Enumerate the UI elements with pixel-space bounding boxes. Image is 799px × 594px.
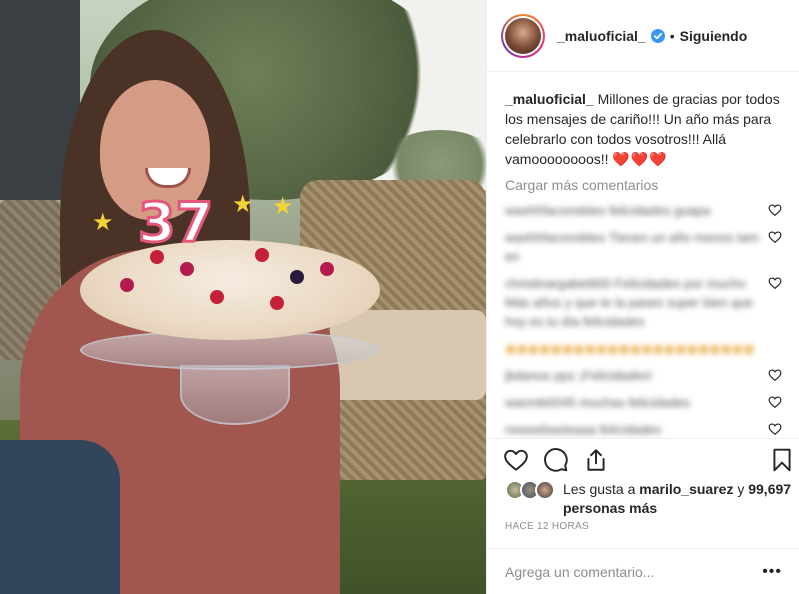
blurred-comment-emojis: ◉◉◉◉◉◉◉◉◉◉◉◉◉◉◉◉◉◉◉◉◉◉ [505,341,755,356]
comment-like-heart-icon[interactable] [768,395,782,409]
add-comment-bar: ••• [487,548,799,594]
liker-avatar [535,480,555,500]
post-caption: _maluoficial_ Millones de gracias por to… [505,89,782,169]
comment-like-heart-icon[interactable] [768,422,782,436]
liker-username-link[interactable]: marilo_suarez [639,481,733,497]
post-photo[interactable]: 37 ★ ★ ★ [0,0,486,594]
photo-berry [320,262,334,276]
comment-like-heart-icon[interactable] [768,203,782,217]
comment-item: christinargabetti00 Felicidades por much… [505,274,782,331]
comments-list[interactable]: _maluoficial_ Millones de gracias por to… [487,73,799,438]
comment-like-heart-icon[interactable] [768,368,782,382]
heart-outline-icon[interactable] [503,447,529,473]
separator-dot: • [669,27,675,44]
username-link[interactable]: _maluoficial_ [557,28,646,44]
photo-candle-number: 37 [136,191,214,254]
comment-item: wanmb0045 muchas felicidades [505,393,782,412]
comment-item: washhfaconsbtes felicidades guapa [505,201,782,220]
bookmark-icon[interactable] [769,447,795,473]
comment-like-heart-icon[interactable] [768,276,782,290]
photo-star-candle: ★ [232,191,254,218]
post-header: _maluoficial_ • Siguiendo [487,0,799,72]
photo-berry [210,290,224,304]
photo-berry [290,270,304,284]
story-ring[interactable] [501,13,545,58]
comment-bubble-icon[interactable] [543,447,569,473]
verified-badge-icon [650,28,665,43]
photo-berry [180,262,194,276]
more-options-icon[interactable]: ••• [762,563,782,581]
liker-avatars[interactable] [505,478,561,500]
blurred-comment-text: washhfaconsbtes Tienes un año menos tam … [505,230,759,264]
comment-item: jbdanos ppz ¡Felicidades! [505,366,782,385]
avatar[interactable] [505,17,541,54]
photo-berry [120,278,134,292]
photo-berry [270,296,284,310]
likes-text: Les gusta a marilo_suarez y 99,697 perso… [563,481,792,516]
share-upload-icon[interactable] [583,447,609,473]
post-side-panel: _maluoficial_ • Siguiendo _maluoficial_ … [486,0,799,594]
comment-input[interactable] [505,563,763,580]
post-actions-bar [487,438,799,478]
photo-cake-stand-stem [180,365,290,425]
blurred-comment-text: wanmb0045 muchas felicidades [505,395,690,410]
blurred-comment-text: christinargabetti00 Felicidades por much… [505,276,753,329]
caption-hearts: ❤️❤️❤️ [612,151,668,167]
load-more-comments-button[interactable]: Cargar más comentarios [505,177,782,193]
comment-like-heart-icon[interactable] [768,230,782,244]
photo-jeans [0,440,120,594]
photo-star-candle: ★ [92,209,114,236]
following-button[interactable]: Siguiendo [680,28,748,44]
comment-item: washhfaconsbtes Tienes un año menos tam … [505,228,782,266]
blurred-comment-text: newsebasteaaa felicidades [505,422,662,437]
caption-username[interactable]: _maluoficial_ [505,91,594,107]
comment-item: ◉◉◉◉◉◉◉◉◉◉◉◉◉◉◉◉◉◉◉◉◉◉ [505,339,782,358]
comment-item: newsebasteaaa felicidades [505,420,782,438]
blurred-comment-text: jbdanos ppz ¡Felicidades! [505,368,653,383]
blurred-comment-text: washhfaconsbtes felicidades guapa [505,203,711,218]
photo-berry [255,248,269,262]
photo-star-candle: ★ [272,193,294,220]
post-timestamp[interactable]: HACE 12 HORAS [505,521,589,532]
